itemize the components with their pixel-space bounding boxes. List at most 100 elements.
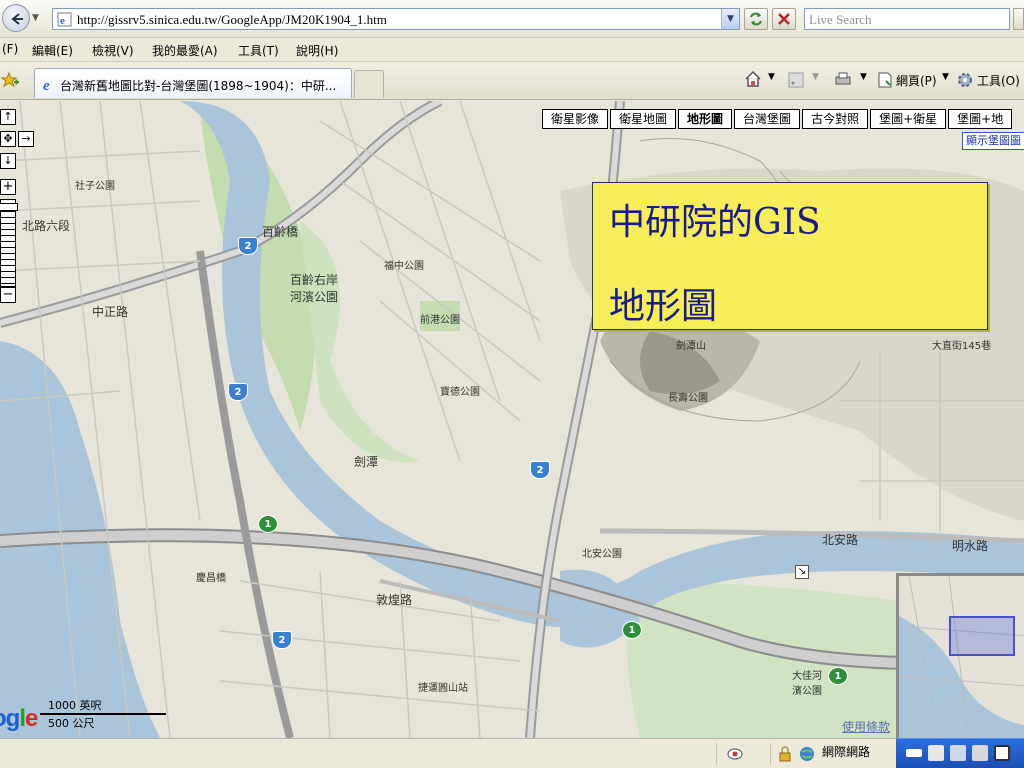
lock-icon	[779, 746, 791, 762]
pan-right-button[interactable]: →	[18, 131, 34, 147]
page-icon[interactable]	[876, 71, 894, 89]
maptype-baotu-satellite[interactable]: 堡圖+衛星	[870, 109, 947, 129]
overview-toggle-button[interactable]: ↘	[795, 565, 809, 579]
ie-logo-icon: e	[43, 78, 50, 92]
map-label-fuzhong-park: 福中公園	[384, 261, 424, 272]
route-shield-2a-icon: 2	[238, 237, 258, 255]
maptype-satellite-map[interactable]: 衛星地圖	[610, 109, 677, 129]
map-label-qiangang-park: 前港公園	[420, 315, 460, 326]
map-label-beian-park: 北安公園	[582, 549, 622, 560]
show-overlay-button[interactable]: 顯示堡圖圖	[962, 132, 1024, 150]
overview-viewport-rect[interactable]	[949, 616, 1015, 656]
page-dropdown-icon[interactable]: ▼	[942, 72, 949, 82]
address-toolbar: ▼ e http://gissrv5.sinica.edu.tw/GoogleA…	[0, 0, 1024, 38]
maptype-baotu-map[interactable]: 堡圖+地	[948, 109, 1013, 129]
map-label-baode-park: 寶德公園	[440, 387, 480, 398]
menu-tools[interactable]: 工具(T)	[238, 42, 279, 59]
system-tray	[896, 738, 1024, 768]
svg-text:e: e	[43, 78, 50, 92]
tab-active[interactable]: e 台灣新舊地圖比對-台灣堡圖(1898~1904)：中研...	[34, 68, 352, 98]
zoom-in-button[interactable]: +	[0, 179, 16, 195]
pan-up-button[interactable]: ↑	[0, 109, 16, 125]
google-logo-e: e	[25, 705, 38, 732]
menu-help[interactable]: 說明(H)	[296, 42, 338, 59]
callout-line-2: 地形圖	[609, 286, 718, 327]
ie-page-icon: e	[57, 12, 72, 27]
menu-bar: (F) 編輯(E) 檢視(V) 我的最愛(A) 工具(T) 說明(H)	[0, 38, 1024, 62]
refresh-button[interactable]	[744, 8, 768, 30]
new-tab-button[interactable]	[354, 70, 384, 98]
tools-gear-icon[interactable]	[956, 71, 974, 89]
note-icon[interactable]	[950, 745, 966, 761]
maptype-satellite[interactable]: 衛星影像	[542, 109, 609, 129]
map-label-beian-road: 北安路	[822, 533, 859, 547]
map-label-zhongzheng-road: 中正路	[92, 305, 129, 319]
maptype-terrain[interactable]: 地形圖	[678, 109, 733, 129]
map-label-changshou-park: 長壽公園	[668, 393, 708, 404]
map-label-yuanshan-station: 捷運圓山站	[418, 683, 468, 694]
maptype-compare[interactable]: 古今對照	[802, 109, 869, 129]
map-label-mingshui-road: 明水路	[952, 539, 989, 553]
favorites-star-icon[interactable]	[0, 71, 20, 91]
overview-map-background	[899, 576, 1024, 738]
map-label-bailing-park: 百齡右岸 河濱公園	[290, 273, 339, 304]
stop-icon	[778, 13, 790, 25]
live-search-input[interactable]: Live Search	[804, 8, 1010, 30]
map-type-selector: 衛星影像 衛星地圖 地形圖 台灣堡圖 古今對照 堡圖+衛星 堡圖+地	[540, 109, 1013, 129]
status-bar: 網際網路	[0, 738, 1024, 768]
zoom-out-button[interactable]: −	[0, 287, 16, 303]
feeds-dropdown-icon[interactable]: ▼	[812, 72, 819, 82]
menu-favorites[interactable]: 我的最愛(A)	[152, 42, 218, 59]
google-logo-g: g	[5, 705, 21, 732]
keyboard-icon[interactable]	[906, 749, 922, 757]
window-icon[interactable]	[994, 745, 1010, 761]
pan-down-button[interactable]: ↓	[0, 153, 16, 169]
menu-file[interactable]: (F)	[2, 42, 18, 56]
freeway-shield-1b-icon: 1	[622, 621, 642, 639]
status-cell-privacy	[716, 743, 756, 765]
menu-view[interactable]: 檢視(V)	[92, 42, 134, 59]
map-label-jiantan-mountain: 劍潭山	[676, 341, 706, 352]
map-label-bailing-bridge: 百齡橋	[262, 225, 299, 239]
feeds-icon[interactable]	[788, 72, 804, 88]
print-icon[interactable]	[834, 71, 852, 89]
address-bar[interactable]: e http://gissrv5.sinica.edu.tw/GoogleApp…	[52, 8, 740, 30]
svg-text:e: e	[60, 15, 65, 27]
map-viewport[interactable]: 衛星影像 衛星地圖 地形圖 台灣堡圖 古今對照 堡圖+衛星 堡圖+地 顯示堡圖圖…	[0, 101, 1024, 738]
zoom-slider-thumb[interactable]	[0, 203, 18, 211]
pen-icon[interactable]	[928, 745, 944, 761]
edit-icon[interactable]	[972, 745, 988, 761]
tab-title: 台灣新舊地圖比對-台灣堡圖(1898~1904)：中研...	[60, 79, 337, 93]
history-dropdown-icon[interactable]: ▼	[32, 13, 42, 23]
freeway-shield-1c-icon: 1	[828, 667, 848, 685]
map-label-dazhi-lane: 大直街145巷	[932, 341, 992, 352]
zoom-slider-track[interactable]	[0, 199, 16, 287]
search-go-button[interactable]	[1013, 8, 1024, 30]
maptype-taiwan-baotu[interactable]: 台灣堡圖	[734, 109, 801, 129]
address-dropdown-icon[interactable]: ▼	[721, 9, 739, 29]
pan-center-button[interactable]: ✥	[0, 131, 16, 147]
map-label-dunhuang-road: 敦煌路	[376, 593, 413, 607]
back-button[interactable]	[2, 4, 30, 32]
map-label-jiantan: 劍潭	[354, 455, 379, 469]
google-logo: ogle	[0, 705, 38, 733]
scale-metric: 500 公尺	[48, 717, 95, 730]
print-dropdown-icon[interactable]: ▼	[860, 72, 867, 82]
map-label-qingchang-bridge: 慶昌橋	[196, 573, 226, 584]
page-menu[interactable]: 網頁(P)	[896, 72, 937, 89]
home-dropdown-icon[interactable]: ▼	[768, 72, 775, 82]
stop-button[interactable]	[772, 8, 796, 30]
route-shield-2d-icon: 2	[272, 631, 292, 649]
overview-map[interactable]	[896, 573, 1024, 738]
menu-edit[interactable]: 編輯(E)	[32, 42, 73, 59]
scale-imperial: 1000 英呎	[48, 699, 102, 712]
terms-link[interactable]: 使用條款	[842, 718, 890, 735]
map-label-beilu-sixth: 北路六段	[22, 219, 71, 233]
tab-toolbar: e 台灣新舊地圖比對-台灣堡圖(1898~1904)：中研... ▼ ▼ ▼ 網…	[0, 62, 1024, 100]
tools-menu[interactable]: 工具(O)	[977, 72, 1020, 89]
home-icon[interactable]	[744, 70, 762, 88]
security-zone-label: 網際網路	[822, 745, 871, 759]
callout-line-1: 中研院的GIS	[609, 202, 821, 243]
privacy-eye-icon[interactable]	[727, 746, 743, 762]
back-arrow-icon	[11, 13, 23, 25]
